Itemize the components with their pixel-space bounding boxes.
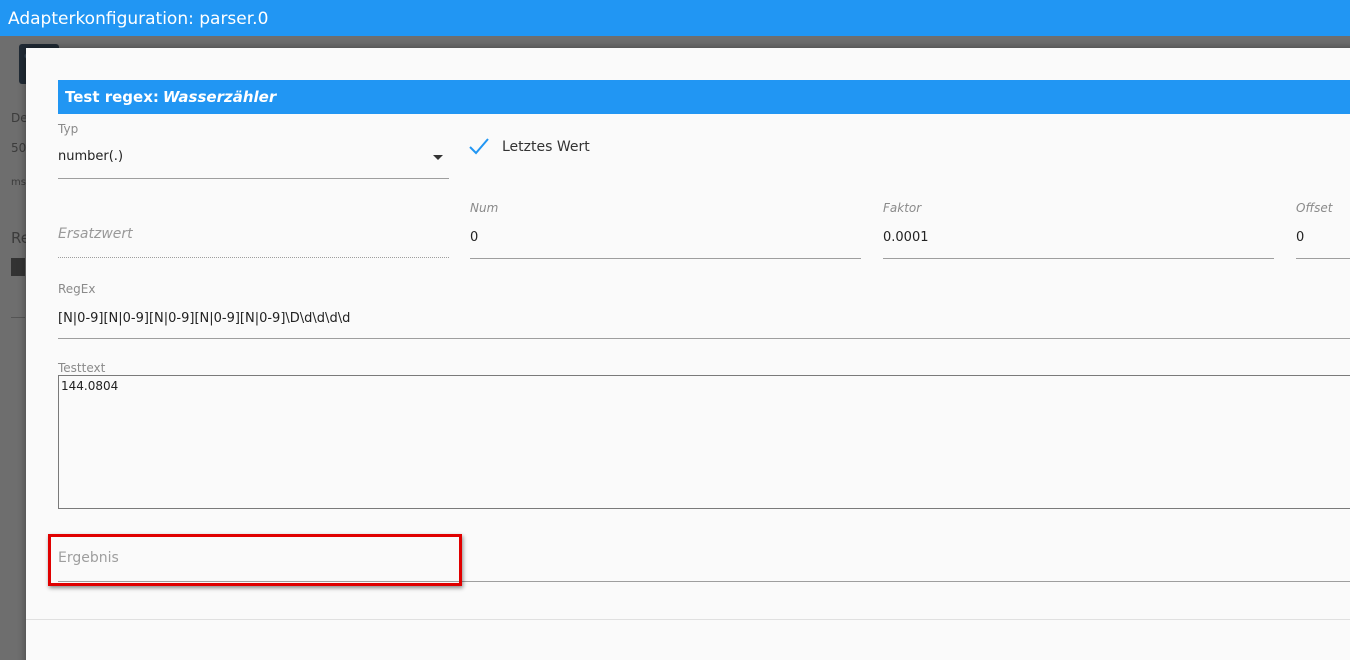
faktor-input[interactable]: 0.0001 bbox=[883, 230, 929, 245]
num-label: Num bbox=[470, 201, 499, 215]
dialog-footer-divider bbox=[26, 619, 1350, 620]
letztes-wert-label[interactable]: Letztes Wert bbox=[502, 139, 590, 155]
checkmark-icon[interactable] bbox=[468, 136, 490, 156]
typ-select[interactable]: number(.) bbox=[58, 149, 123, 164]
faktor-underline bbox=[883, 258, 1274, 259]
offset-input[interactable]: 0 bbox=[1296, 230, 1304, 245]
ersatzwert-underline bbox=[58, 257, 449, 258]
annotation-highlight-box bbox=[48, 534, 462, 586]
window-title: Adapterkonfiguration: parser.0 bbox=[8, 9, 269, 29]
ersatzwert-input[interactable]: Ersatzwert bbox=[58, 226, 133, 242]
offset-label: Offset bbox=[1296, 201, 1333, 215]
dialog-title-prefix: Test regex: bbox=[65, 88, 159, 106]
typ-label: Typ bbox=[58, 122, 79, 136]
regex-underline bbox=[58, 338, 1350, 339]
page: Adapterkonfiguration: parser.0 De 50 ms … bbox=[0, 0, 1350, 660]
window-title-bar: Adapterkonfiguration: parser.0 bbox=[0, 0, 1350, 36]
background-unit-fragment: ms bbox=[11, 177, 26, 188]
background-divider bbox=[11, 317, 25, 318]
offset-underline bbox=[1296, 258, 1350, 259]
num-input[interactable]: 0 bbox=[470, 230, 478, 245]
testtext-textarea[interactable]: 144.0804 bbox=[58, 375, 1350, 509]
faktor-label: Faktor bbox=[883, 201, 922, 215]
regex-input[interactable]: [N|0-9][N|0-9][N|0-9][N|0-9][N|0-9]\D\d\… bbox=[58, 311, 350, 326]
dialog-header: Test regex: Wasserzähler bbox=[58, 80, 1350, 114]
typ-underline bbox=[58, 178, 449, 179]
chevron-down-icon[interactable] bbox=[433, 155, 443, 160]
regex-label: RegEx bbox=[58, 282, 96, 296]
background-button bbox=[11, 258, 25, 276]
num-underline bbox=[470, 258, 861, 259]
background-value-fragment: 50 bbox=[11, 141, 27, 155]
dialog-title-name: Wasserzähler bbox=[162, 88, 277, 106]
testtext-label: Testtext bbox=[58, 361, 106, 375]
